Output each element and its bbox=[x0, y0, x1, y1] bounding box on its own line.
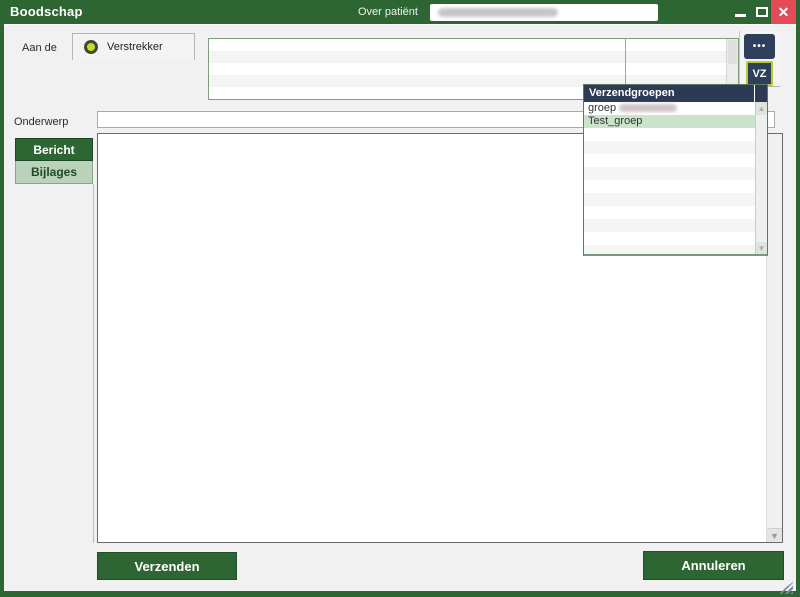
patient-name-redacted bbox=[438, 8, 558, 17]
dropdown-item-label: groep bbox=[588, 102, 616, 114]
message-scrollbar-down-button[interactable]: ▼ bbox=[767, 528, 782, 542]
maximize-button[interactable] bbox=[752, 0, 771, 24]
dropdown-item-test-groep[interactable]: Test_groep bbox=[584, 115, 767, 128]
send-button-label: Verzenden bbox=[134, 559, 199, 574]
vz-button[interactable]: VZ bbox=[746, 61, 773, 86]
minimize-button[interactable] bbox=[731, 0, 750, 24]
chevron-up-icon: ▲ bbox=[758, 104, 766, 113]
close-icon: ✕ bbox=[778, 4, 790, 21]
subject-label: Onderwerp bbox=[14, 116, 68, 128]
close-button[interactable]: ✕ bbox=[771, 0, 796, 24]
title-bar: Boodschap Over patiënt ✕ bbox=[0, 0, 800, 24]
verzendgroepen-header: Verzendgroepen bbox=[584, 85, 767, 102]
vz-button-label: VZ bbox=[752, 68, 766, 80]
over-patient-label: Over patiënt bbox=[358, 6, 418, 18]
verstrekker-label: Verstrekker bbox=[107, 41, 163, 53]
verzendgroepen-dropdown: Verzendgroepen groep Test_groep ▲ ▼ bbox=[583, 84, 768, 256]
verzendgroepen-list[interactable]: groep Test_groep ▲ ▼ bbox=[584, 102, 767, 254]
tab-column-divider bbox=[93, 184, 94, 543]
dropdown-item-label: Test_groep bbox=[588, 115, 642, 127]
message-scrollbar[interactable]: ▼ bbox=[766, 134, 782, 542]
dropdown-item-redacted-text bbox=[619, 104, 677, 112]
ellipsis-icon: ••• bbox=[753, 41, 767, 52]
send-button[interactable]: Verzenden bbox=[97, 552, 237, 580]
dropdown-scrollbar[interactable]: ▲ ▼ bbox=[755, 102, 767, 254]
more-recipients-button[interactable]: ••• bbox=[744, 34, 775, 59]
recipient-list-scrollbar-thumb[interactable] bbox=[728, 40, 737, 64]
dropdown-scrollbar-up-button[interactable]: ▲ bbox=[756, 102, 767, 115]
cancel-button-label: Annuleren bbox=[681, 558, 745, 573]
tab-bericht-label: Bericht bbox=[33, 143, 74, 157]
verstrekker-radio[interactable] bbox=[84, 40, 98, 54]
verstrekker-tab[interactable]: Verstrekker bbox=[72, 33, 195, 60]
verzendgroepen-title: Verzendgroepen bbox=[584, 85, 754, 102]
minimize-icon bbox=[735, 14, 746, 17]
maximize-icon bbox=[756, 7, 768, 17]
window-title: Boodschap bbox=[10, 4, 83, 19]
message-dialog: Boodschap Over patiënt ✕ Aan de Verstrek… bbox=[0, 0, 800, 597]
header-cap bbox=[755, 85, 767, 102]
tab-bijlages-label: Bijlages bbox=[31, 165, 77, 179]
chevron-down-icon: ▼ bbox=[770, 531, 779, 541]
dropdown-scrollbar-down-button[interactable]: ▼ bbox=[756, 242, 767, 254]
cancel-button[interactable]: Annuleren bbox=[643, 551, 784, 580]
patient-name-field[interactable] bbox=[430, 4, 658, 21]
tab-bijlages[interactable]: Bijlages bbox=[15, 161, 93, 184]
chevron-down-icon: ▼ bbox=[758, 244, 766, 253]
aan-de-label: Aan de bbox=[22, 42, 57, 54]
dropdown-item-groep[interactable]: groep bbox=[584, 102, 767, 115]
tab-bericht[interactable]: Bericht bbox=[15, 138, 93, 161]
